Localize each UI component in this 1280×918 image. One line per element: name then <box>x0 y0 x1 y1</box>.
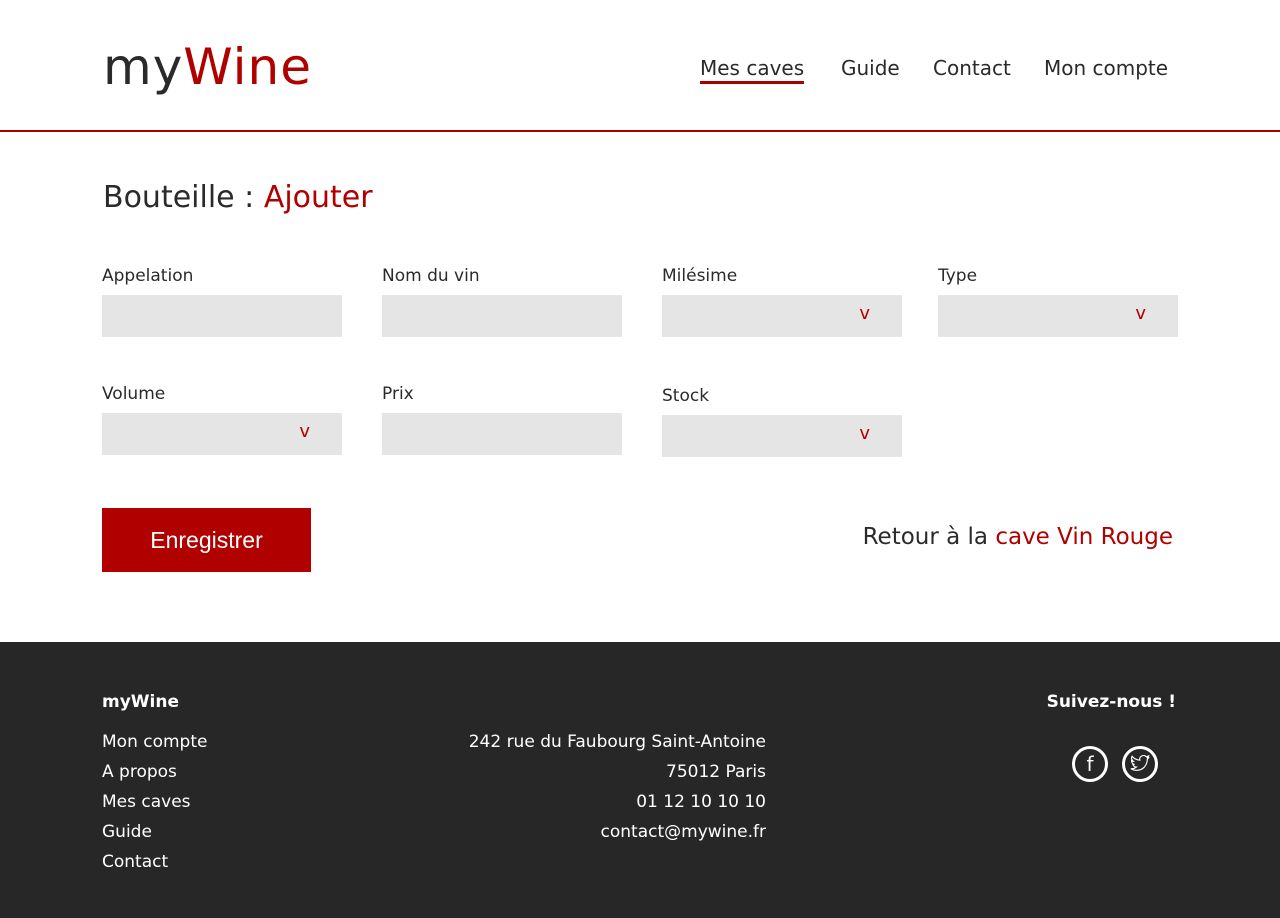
save-button[interactable]: Enregistrer <box>102 508 311 572</box>
prix-field: Prix <box>382 384 622 455</box>
page-title: Bouteille : Ajouter <box>103 180 373 215</box>
twitter-icon[interactable] <box>1122 746 1158 782</box>
millesime-select[interactable]: v <box>662 295 902 337</box>
facebook-icon[interactable]: f <box>1072 746 1108 782</box>
address-city: 75012 Paris <box>666 762 766 782</box>
volume-select[interactable]: v <box>102 413 342 455</box>
chevron-down-icon: v <box>299 421 310 442</box>
volume-field: Volume v <box>102 384 342 455</box>
nom-label: Nom du vin <box>382 266 480 286</box>
stock-field: Stock v <box>662 386 902 457</box>
millesime-field: Milésime v <box>662 266 902 337</box>
back-prefix: Retour à la <box>862 524 996 550</box>
logo-my: my <box>103 38 184 96</box>
millesime-label: Milésime <box>662 266 738 286</box>
footer-link-guide[interactable]: Guide <box>102 822 207 852</box>
prix-label: Prix <box>382 384 414 404</box>
stock-label: Stock <box>662 386 710 406</box>
footer-links: Mon compte A propos Mes caves Guide Cont… <box>102 732 207 882</box>
appelation-input[interactable] <box>102 295 342 337</box>
address-street: 242 rue du Faubourg Saint-Antoine <box>468 732 766 752</box>
type-label: Type <box>938 266 978 286</box>
stock-select[interactable]: v <box>662 415 902 457</box>
footer-address: 242 rue du Faubourg Saint-Antoine 75012 … <box>469 732 766 852</box>
title-action: Ajouter <box>263 180 373 215</box>
chevron-down-icon: v <box>859 303 870 324</box>
appelation-field: Appelation <box>102 266 342 337</box>
logo[interactable]: myWine <box>103 38 312 96</box>
nom-field: Nom du vin <box>382 266 622 337</box>
phone: 01 12 10 10 10 <box>636 792 766 812</box>
nav-mon-compte[interactable]: Mon compte <box>1044 56 1168 80</box>
nom-input[interactable] <box>382 295 622 337</box>
footer-link-mes-caves[interactable]: Mes caves <box>102 792 207 822</box>
email-link[interactable]: contact@mywine.fr <box>469 822 766 852</box>
type-select[interactable]: v <box>938 295 1178 337</box>
follow-heading: Suivez-nous ! <box>1046 692 1176 712</box>
footer-link-mon-compte[interactable]: Mon compte <box>102 732 207 762</box>
prix-input[interactable] <box>382 413 622 455</box>
footer-link-contact[interactable]: Contact <box>102 852 207 882</box>
nav-mes-caves[interactable]: Mes caves <box>700 56 805 84</box>
title-prefix: Bouteille : <box>103 180 264 215</box>
nav-guide[interactable]: Guide <box>841 56 900 80</box>
back-text: Retour à la cave Vin Rouge <box>863 524 1173 550</box>
type-field: Type v <box>938 266 1178 337</box>
chevron-down-icon: v <box>859 423 870 444</box>
back-link[interactable]: cave Vin Rouge <box>995 524 1173 550</box>
logo-wine: Wine <box>183 38 312 96</box>
chevron-down-icon: v <box>1135 303 1146 324</box>
header: myWine Mes caves Guide Contact Mon compt… <box>0 0 1280 132</box>
nav-contact[interactable]: Contact <box>933 56 1011 80</box>
appelation-label: Appelation <box>102 266 194 286</box>
footer-brand: myWine <box>102 692 180 712</box>
footer: myWine Mon compte A propos Mes caves Gui… <box>0 642 1280 918</box>
footer-link-a-propos[interactable]: A propos <box>102 762 207 792</box>
volume-label: Volume <box>102 384 166 404</box>
